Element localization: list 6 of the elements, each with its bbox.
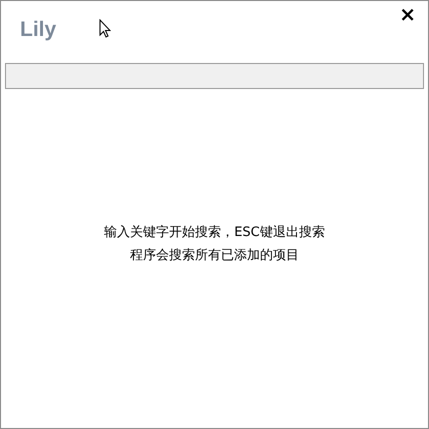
cursor-icon xyxy=(99,19,111,38)
hint-text: 输入关键字开始搜索，ESC键退出搜索 xyxy=(104,224,325,242)
hint-text: 程序会搜索所有已添加的项目 xyxy=(130,246,299,264)
window-title: Lily xyxy=(20,18,56,42)
close-button[interactable]: × xyxy=(395,3,420,25)
search-field[interactable] xyxy=(5,63,424,89)
